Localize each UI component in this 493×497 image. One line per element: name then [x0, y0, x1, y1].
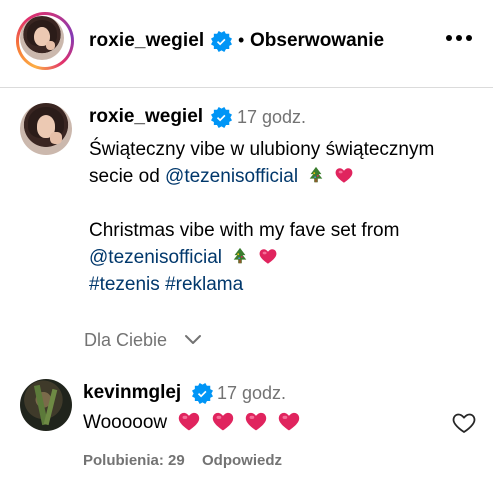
comment-body: Wooooow: [83, 412, 168, 433]
hashtag-link[interactable]: #reklama: [165, 274, 243, 295]
mention-link[interactable]: @tezenisofficial: [165, 166, 298, 187]
comment-author-username-link[interactable]: kevinmglej: [83, 382, 181, 404]
story-ring-avatar[interactable]: [16, 12, 74, 70]
post-timestamp[interactable]: 17 godz.: [237, 107, 306, 128]
header-username-link[interactable]: roxie_wegiel: [89, 30, 204, 52]
christmas-tree-icon: [231, 247, 249, 265]
red-heart-icon: [245, 411, 267, 431]
red-heart-icon: [178, 411, 200, 431]
hashtag-link[interactable]: #tezenis: [89, 274, 160, 295]
heart-outline-icon[interactable]: [452, 412, 476, 434]
following-button[interactable]: Obserwowanie: [250, 30, 384, 52]
chevron-down-icon[interactable]: [184, 334, 202, 346]
red-heart-icon: [212, 411, 234, 431]
reply-button[interactable]: Odpowiedz: [202, 452, 282, 469]
mention-link[interactable]: @tezenisofficial: [89, 247, 222, 268]
comment-text: Wooooow: [83, 411, 300, 434]
red-heart-icon: [278, 411, 300, 431]
caption-line: Świąteczny vibe w ulubiony świątecznym: [89, 139, 435, 160]
caption-line: Christmas vibe with my fave set from: [89, 220, 400, 241]
verified-badge-icon: [211, 107, 232, 128]
post-author-username-link[interactable]: roxie_wegiel: [89, 106, 203, 128]
header-divider: [0, 87, 493, 88]
red-heart-icon: [259, 247, 277, 265]
avatar: [20, 16, 64, 60]
verified-badge-icon: [192, 383, 213, 404]
caption-line: secie od @tezenisofficial: [89, 163, 479, 190]
caption-line: @tezenisofficial: [89, 244, 479, 271]
comment-likes-count[interactable]: Polubienia: 29: [83, 452, 185, 469]
comment-author-avatar[interactable]: [20, 379, 72, 431]
more-options-icon[interactable]: [446, 35, 472, 43]
caption-line: #tezenis #reklama: [89, 271, 479, 298]
caption-text: secie od: [89, 166, 166, 187]
comment-sort-dropdown[interactable]: Dla Ciebie: [84, 330, 167, 351]
comment-timestamp[interactable]: 17 godz.: [217, 383, 286, 404]
post-header: roxie_wegiel • Obserwowanie: [0, 0, 493, 87]
post-caption: Świąteczny vibe w ulubiony świątecznym s…: [89, 136, 479, 298]
post-author-avatar[interactable]: [20, 103, 72, 155]
verified-badge-icon: [211, 31, 232, 52]
christmas-tree-icon: [307, 166, 325, 184]
red-heart-icon: [335, 166, 353, 184]
header-separator: •: [238, 30, 245, 50]
